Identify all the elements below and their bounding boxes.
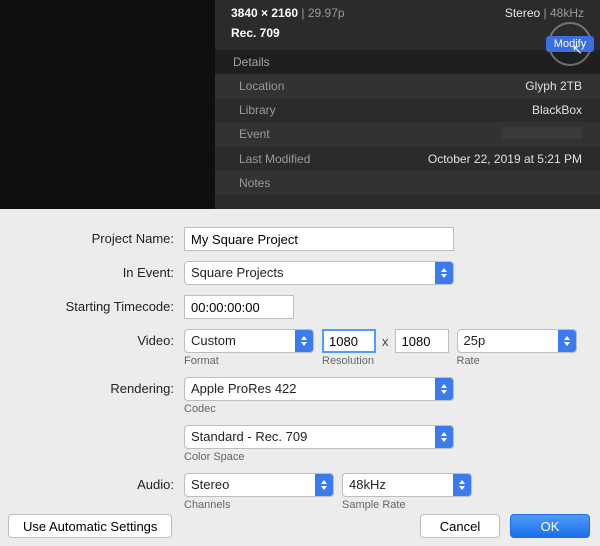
inspector-framerate: 29.97p — [308, 6, 345, 20]
video-format-value: Custom — [191, 333, 236, 348]
click-indicator-ring: Modify ↖ — [548, 22, 592, 66]
in-event-label: In Event: — [12, 261, 184, 280]
channels-sublabel: Channels — [184, 499, 334, 511]
use-automatic-settings-button[interactable]: Use Automatic Settings — [8, 514, 172, 538]
inspector-color-profile: Rec. 709 — [231, 26, 280, 40]
color-space-select[interactable]: Standard - Rec. 709 — [184, 425, 454, 449]
video-rate-select[interactable]: 25p — [457, 329, 577, 353]
samplerate-sublabel: Sample Rate — [342, 499, 472, 511]
modify-button[interactable]: Modify — [546, 36, 594, 52]
rate-sublabel: Rate — [457, 355, 577, 367]
starting-timecode-input[interactable] — [184, 295, 294, 319]
inspector-pane: 3840 × 2160 | 29.97p Stereo | 48kHz Rec.… — [0, 0, 600, 209]
in-event-value: Square Projects — [191, 265, 284, 280]
color-space-sublabel: Color Space — [184, 451, 454, 463]
project-settings-dialog: Project Name: In Event: Square Projects … — [0, 209, 600, 546]
chevron-updown-icon — [315, 474, 333, 496]
last-modified-value: October 22, 2019 at 5:21 PM — [345, 152, 600, 166]
details-header: Details — [215, 50, 600, 74]
detail-row-event: Event — [215, 122, 600, 147]
color-space-value: Standard - Rec. 709 — [191, 429, 307, 444]
audio-samplerate-value: 48kHz — [349, 477, 386, 492]
resolution-multiplier: x — [380, 334, 391, 349]
chevron-updown-icon — [435, 378, 453, 400]
codec-sublabel: Codec — [184, 403, 454, 415]
codec-value: Apple ProRes 422 — [191, 381, 297, 396]
resolution-width-input[interactable] — [322, 329, 376, 353]
audio-label: Audio: — [12, 473, 184, 492]
codec-select[interactable]: Apple ProRes 422 — [184, 377, 454, 401]
notes-label: Notes — [215, 176, 345, 190]
chevron-updown-icon — [558, 330, 576, 352]
inspector-resolution: 3840 × 2160 — [231, 6, 298, 20]
chevron-updown-icon — [435, 426, 453, 448]
notes-value — [345, 176, 600, 190]
chevron-updown-icon — [435, 262, 453, 284]
last-modified-label: Last Modified — [215, 152, 345, 166]
video-format-select[interactable]: Custom — [184, 329, 314, 353]
location-label: Location — [215, 79, 345, 93]
event-label: Event — [215, 127, 345, 142]
cancel-button[interactable]: Cancel — [420, 514, 500, 538]
resolution-height-input[interactable] — [395, 329, 449, 353]
in-event-select[interactable]: Square Projects — [184, 261, 454, 285]
resolution-sublabel: Resolution — [322, 355, 449, 367]
inspector-audio-summary: Stereo | 48kHz — [505, 6, 584, 20]
library-value: BlackBox — [345, 103, 600, 117]
video-rate-value: 25p — [464, 333, 486, 348]
rendering-label: Rendering: — [12, 377, 184, 396]
starting-timecode-label: Starting Timecode: — [12, 295, 184, 314]
video-label: Video: — [12, 329, 184, 348]
ok-button[interactable]: OK — [510, 514, 590, 538]
project-name-input[interactable] — [184, 227, 454, 251]
project-name-label: Project Name: — [12, 227, 184, 246]
library-label: Library — [215, 103, 345, 117]
detail-row-location: Location Glyph 2TB — [215, 74, 600, 98]
format-sublabel: Format — [184, 355, 314, 367]
detail-row-last-modified: Last Modified October 22, 2019 at 5:21 P… — [215, 147, 600, 171]
audio-samplerate-select[interactable]: 48kHz — [342, 473, 472, 497]
inspector-resolution-line: 3840 × 2160 | 29.97p — [231, 6, 345, 20]
audio-channels-value: Stereo — [191, 477, 229, 492]
location-value: Glyph 2TB — [345, 79, 600, 93]
inspector-left-empty — [0, 0, 215, 209]
chevron-updown-icon — [453, 474, 471, 496]
detail-row-notes: Notes — [215, 171, 600, 195]
detail-row-library: Library BlackBox — [215, 98, 600, 122]
chevron-updown-icon — [295, 330, 313, 352]
inspector-right: 3840 × 2160 | 29.97p Stereo | 48kHz Rec.… — [215, 0, 600, 209]
event-value — [345, 127, 600, 142]
modify-button-area: Modify ↖ — [548, 22, 592, 66]
audio-channels-select[interactable]: Stereo — [184, 473, 334, 497]
